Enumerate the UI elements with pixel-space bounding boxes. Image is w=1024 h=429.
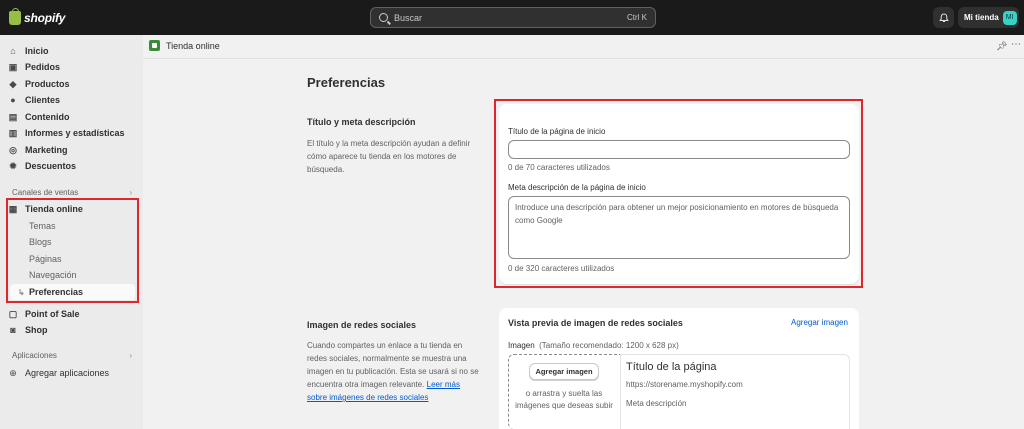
sidebar-item-inicio[interactable]: ⌂ Inicio (8, 43, 136, 59)
inbox-icon: ▣ (8, 61, 18, 72)
desc-field-label: Meta descripción de la página de inicio (508, 183, 646, 192)
sidebar-sub-preferencias[interactable]: ↳ Preferencias (10, 284, 135, 300)
image-label: Imagen (Tamaño recomendado: 1200 x 628 p… (508, 341, 679, 350)
breadcrumb[interactable]: Tienda online (149, 40, 220, 51)
meta-description-textarea[interactable]: Introduce una descripción para obtener u… (508, 196, 850, 259)
sidebar-item-label: Contenido (25, 112, 70, 122)
store-menu-button[interactable]: Mi tienda MI (958, 7, 1019, 28)
sidebar-item-informes[interactable]: ▥ Informes y estadísticas (8, 125, 136, 141)
target-icon: ◎ (9, 144, 17, 155)
add-image-link[interactable]: Agregar imagen (791, 318, 848, 327)
preview-description: Meta descripción (626, 399, 687, 408)
sidebar-item-marketing[interactable]: ◎ Marketing (8, 142, 136, 158)
sidebar-item-clientes[interactable]: ● Clientes (8, 92, 136, 108)
sidebar-item-label: Tienda online (25, 204, 83, 214)
section-title-label: Aplicaciones (12, 351, 57, 360)
sub-arrow-icon: ↳ (18, 287, 25, 297)
sidebar-item-add-apps[interactable]: ⊕ Agregar aplicaciones (8, 365, 136, 381)
shopify-logo[interactable]: shopify (9, 7, 66, 25)
sidebar-item-shop[interactable]: ◙ Shop (8, 322, 136, 338)
meta-section-heading: Título y meta descripción (307, 117, 416, 127)
sidebar-sub-label: Páginas (29, 254, 62, 264)
store-name: Mi tienda (964, 13, 999, 22)
tag-icon: ◆ (9, 78, 17, 89)
preview-title: Título de la página (626, 361, 717, 373)
sidebar-item-contenido[interactable]: ▤ Contenido (8, 109, 136, 125)
sidebar-sub-paginas[interactable]: Páginas (10, 251, 135, 267)
sidebar-item-label: Point of Sale (25, 309, 80, 319)
plus-circle-icon: ⊕ (9, 367, 17, 378)
sidebar-sub-label: Temas (29, 221, 56, 231)
sidebar-item-label: Shop (25, 325, 48, 335)
add-image-button[interactable]: Agregar imagen (529, 363, 599, 380)
sidebar-sub-label: Blogs (29, 237, 52, 247)
sidebar-item-label: Productos (25, 79, 70, 89)
sidebar-item-pedidos[interactable]: ▣ Pedidos (8, 59, 136, 75)
sidebar-item-pos[interactable]: ▢ Point of Sale (8, 306, 136, 322)
page-title: Preferencias (307, 75, 386, 90)
home-icon: ⌂ (10, 46, 16, 56)
storefront-icon (149, 40, 160, 51)
avatar: MI (1002, 10, 1017, 25)
sidebar-sub-temas[interactable]: Temas (10, 218, 135, 234)
sidebar-sub-navegacion[interactable]: Navegación (10, 267, 135, 283)
pos-icon: ▢ (8, 308, 18, 319)
chevron-right-icon: › (129, 351, 132, 360)
shop-icon: ◙ (10, 325, 16, 335)
social-section-description: Cuando compartes un enlace a tu tienda e… (307, 339, 482, 404)
section-title-label: Canales de ventas (12, 188, 79, 197)
sidebar-sub-label: Preferencias (29, 287, 84, 297)
sidebar-item-label: Pedidos (25, 62, 61, 72)
dropzone-text: o arrastra y suelta las imágenes que des… (515, 389, 613, 410)
social-card-title: Vista previa de imagen de redes sociales (508, 318, 683, 328)
title-field-label: Título de la página de inicio (508, 127, 606, 136)
sidebar-item-tienda-online[interactable]: ▦ Tienda online (8, 201, 136, 217)
sales-channels-heading[interactable]: Canales de ventas › (12, 188, 132, 197)
meta-section-description: El título y la meta descripción ayudan a… (307, 139, 471, 174)
notifications-button[interactable] (933, 7, 954, 28)
sidebar-item-productos[interactable]: ◆ Productos (8, 76, 136, 92)
header-divider (143, 58, 1024, 59)
pin-icon[interactable]: 📌︎ (996, 41, 1007, 52)
sidebar-sub-label: Navegación (29, 270, 77, 280)
person-icon: ● (10, 95, 16, 105)
more-options-icon[interactable]: ⋯ (1011, 39, 1021, 50)
shopping-bag-icon (9, 7, 21, 25)
search-shortcut: Ctrl K (627, 13, 647, 22)
image-label-text: Imagen (508, 341, 535, 350)
image-size-hint: (Tamaño recomendado: 1200 x 628 px) (539, 341, 679, 350)
discount-icon: ✹ (9, 160, 17, 171)
chevron-right-icon: › (129, 188, 132, 197)
sidebar-item-label: Descuentos (25, 161, 77, 171)
sidebar-item-descuentos[interactable]: ✹ Descuentos (8, 158, 136, 174)
title-input[interactable] (508, 140, 850, 159)
desc-char-count: 0 de 320 caracteres utilizados (508, 264, 615, 273)
social-section-heading: Imagen de redes sociales (307, 320, 417, 330)
sidebar-item-label: Agregar aplicaciones (25, 368, 110, 378)
search-placeholder: Buscar (394, 12, 423, 23)
sidebar-item-label: Marketing (25, 145, 68, 155)
sidebar-sub-blogs[interactable]: Blogs (10, 234, 135, 250)
bar-chart-icon: ▥ (8, 127, 18, 138)
sidebar-item-label: Informes y estadísticas (25, 128, 125, 138)
search-icon (379, 13, 388, 22)
preview-url: https://storename.myshopify.com (626, 380, 743, 389)
bell-icon (938, 12, 949, 22)
sidebar-item-label: Inicio (25, 46, 49, 56)
apps-heading[interactable]: Aplicaciones › (12, 351, 132, 360)
sidebar-item-label: Clientes (25, 95, 61, 105)
brand-name: shopify (24, 10, 66, 25)
storefront-icon: ▦ (8, 203, 18, 214)
title-char-count: 0 de 70 caracteres utilizados (508, 163, 610, 172)
document-icon: ▤ (8, 111, 18, 122)
breadcrumb-label: Tienda online (166, 40, 220, 51)
search-input[interactable]: Buscar Ctrl K (370, 7, 656, 28)
